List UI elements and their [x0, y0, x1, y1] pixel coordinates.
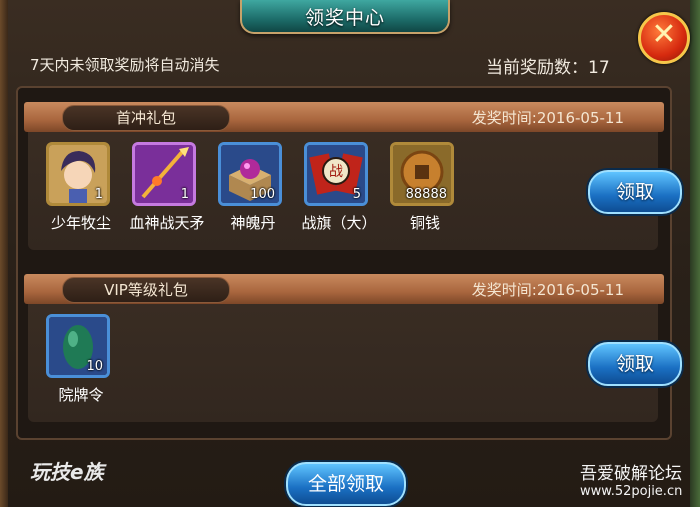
title-plate: 领奖中心: [240, 0, 450, 34]
claim-all-button[interactable]: 全部领取: [286, 462, 406, 506]
item-name: 血神战天矛: [129, 214, 205, 232]
item-name: 院牌令: [58, 386, 104, 404]
pack-title: 首冲礼包: [62, 105, 230, 131]
item-name: 少年牧尘: [50, 214, 111, 232]
site-logo: 玩技e族: [30, 460, 104, 484]
pack-header: 首冲礼包 发奖时间:2016-05-11: [24, 102, 664, 132]
pack-title: VIP等级礼包: [62, 277, 230, 303]
spear-icon: 1: [132, 142, 196, 206]
pack-time: 发奖时间:2016-05-11: [471, 109, 624, 127]
claim-button[interactable]: 领取: [588, 342, 682, 386]
left-border: [0, 0, 8, 507]
hero-portrait-icon: 1: [46, 142, 110, 206]
watermark-name: 吾爱破解论坛: [580, 464, 682, 484]
expiry-notice: 7天内未领取奖励将自动消失: [30, 56, 220, 74]
reward-pack: VIP等级礼包 发奖时间:2016-05-11 10 院牌令 领取: [24, 274, 682, 422]
item-name: 铜钱: [409, 214, 440, 232]
pack-header: VIP等级礼包 发奖时间:2016-05-11: [24, 274, 664, 304]
jade-token-icon: 10: [46, 314, 110, 378]
war-flag-icon: 战 5: [304, 142, 368, 206]
window-title: 领奖中心: [304, 7, 385, 29]
right-border: [690, 0, 700, 507]
item-quantity: 5: [352, 187, 361, 202]
chest-orb-icon: 100: [218, 142, 282, 206]
reward-pack: 首冲礼包 发奖时间:2016-05-11 1 少年牧尘 1 血神战天矛 100 …: [24, 102, 682, 250]
item-name: 战旗（大）: [301, 214, 377, 232]
pack-time: 发奖时间:2016-05-11: [471, 281, 624, 299]
close-button[interactable]: ✕: [638, 12, 690, 64]
claim-button[interactable]: 领取: [588, 170, 682, 214]
item-name: 神魄丹: [230, 214, 276, 232]
watermark-url: www.52pojie.cn: [580, 484, 683, 499]
item-quantity: 88888: [405, 187, 447, 202]
item-quantity: 100: [250, 187, 275, 202]
copper-coin-icon: 88888: [390, 142, 454, 206]
item-quantity: 1: [180, 187, 189, 202]
svg-text:战: 战: [329, 164, 343, 180]
close-icon: ✕: [651, 17, 677, 52]
item-quantity: 10: [86, 359, 103, 374]
reward-count: 当前奖励数：17: [486, 58, 610, 78]
item-quantity: 1: [94, 187, 103, 202]
